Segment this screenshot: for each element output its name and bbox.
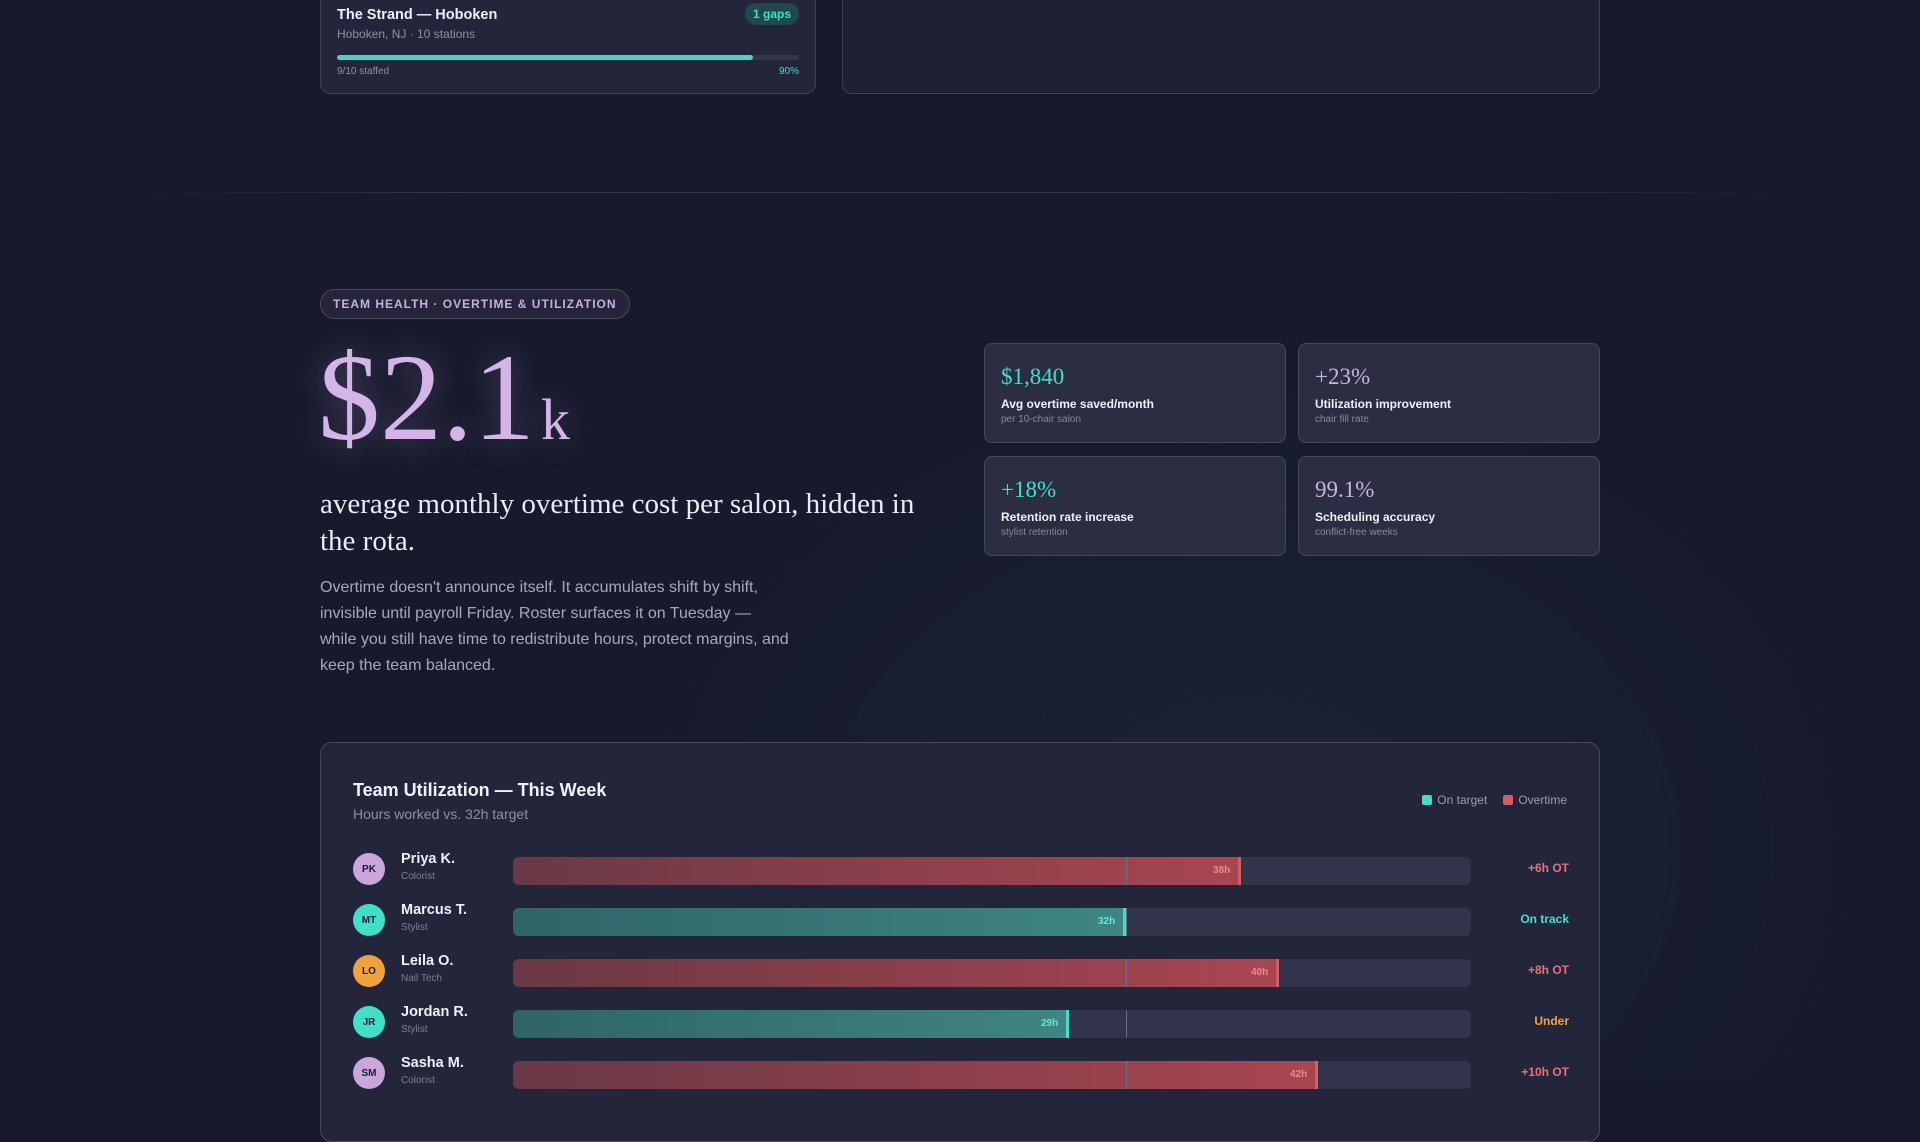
avatar: PK [353,853,385,885]
stat-value: +23% [1315,364,1371,389]
hours-label: 40h [1251,967,1269,978]
empty-card [842,0,1600,94]
member-name: Priya K. [401,851,455,867]
hours-bar [513,1061,1318,1089]
target-line [1126,908,1127,936]
avatar: LO [353,955,385,987]
member-name: Jordan R. [401,1004,468,1020]
stat-card-overtime-saved: $1,840 Avg overtime saved/month per 10-c… [984,343,1286,443]
status-badge: Under [1534,1014,1569,1028]
member-role: Nail Tech [401,973,442,984]
member-role: Stylist [401,922,428,933]
legend-label: On target [1437,793,1488,807]
hours-label: 32h [1098,916,1116,927]
stat-label: Avg overtime saved/month [1001,397,1154,411]
legend-swatch-red [1503,795,1514,805]
big-number-suffix: k [541,387,570,452]
target-line [1126,857,1127,885]
hours-label: 42h [1290,1069,1308,1080]
big-number-value: $2.1 [318,329,535,466]
avatar: JR [353,1006,385,1038]
staffing-progress-bar [337,55,799,60]
stat-value: +18% [1001,477,1057,502]
salon-meta: Hoboken, NJ · 10 stations [337,27,476,41]
stat-sub: chair fill rate [1315,414,1369,425]
stat-label: Retention rate increase [1001,510,1134,524]
member-role: Colorist [401,1075,435,1086]
avatar: MT [353,904,385,936]
stat-sub: per 10-chair salon [1001,414,1082,425]
salon-card[interactable]: The Strand — Hoboken Hoboken, NJ · 10 st… [320,0,816,94]
member-role: Colorist [401,871,435,882]
utilization-legend: On target Overtime [1422,793,1567,807]
salon-name: The Strand — Hoboken [337,7,498,23]
hours-bar-track: 29h [513,1010,1471,1038]
legend-on-target: On target [1422,793,1487,807]
legend-swatch-teal [1422,795,1433,805]
member-name: Sasha M. [401,1055,464,1071]
section-divider [140,192,1780,193]
hours-bar [513,959,1279,987]
hours-bar-track: 38h [513,857,1471,885]
hours-bar [513,857,1241,885]
gaps-badge: 1 gaps [744,3,799,25]
hours-bar-track: 32h [513,908,1471,936]
stat-sub: stylist retention [1001,527,1068,538]
hours-label: 29h [1041,1018,1059,1029]
team-utilization-card: Team Utilization — This Week Hours worke… [320,742,1600,1142]
avatar: SM [353,1057,385,1089]
section-headline: average monthly overtime cost per salon,… [320,488,915,557]
target-line [1126,959,1127,987]
status-badge: +6h OT [1527,861,1569,875]
staffing-progress-fill [337,55,753,60]
stat-label: Utilization improvement [1315,397,1452,411]
stat-card-accuracy: 99.1% Scheduling accuracy conflict-free … [1298,456,1600,556]
stat-value: $1,840 [1001,364,1065,389]
legend-overtime: Overtime [1503,793,1567,807]
target-line [1126,1010,1127,1038]
team-member-row[interactable]: MT Marcus T. Stylist 32h On track [353,900,1569,940]
status-badge: +8h OT [1527,963,1569,977]
team-member-row[interactable]: SM Sasha M. Colorist 42h +10h OT [353,1053,1569,1093]
staffed-percent: 90% [778,66,799,77]
member-name: Leila O. [401,953,454,969]
status-badge: On track [1520,912,1569,926]
staffed-count: 9/10 staffed [337,66,390,77]
member-role: Stylist [401,1024,428,1035]
hours-bar [513,1010,1069,1038]
hours-bar-track: 40h [513,959,1471,987]
team-member-row[interactable]: JR Jordan R. Stylist 29h Under [353,1002,1569,1042]
utilization-title: Team Utilization — This Week [353,780,607,800]
big-number: $2.1 k [318,336,570,460]
section-tag: TEAM HEALTH · OVERTIME & UTILIZATION [320,289,630,319]
team-member-row[interactable]: LO Leila O. Nail Tech 40h +8h OT [353,951,1569,991]
member-name: Marcus T. [401,902,468,918]
stat-label: Scheduling accuracy [1315,510,1436,524]
stat-sub: conflict-free weeks [1315,527,1398,538]
hours-label: 38h [1213,865,1231,876]
utilization-subtitle: Hours worked vs. 32h target [353,806,529,822]
team-member-row[interactable]: PK Priya K. Colorist 38h +6h OT [353,849,1569,889]
hours-bar [513,908,1126,936]
target-line [1126,1061,1127,1089]
legend-label: Overtime [1518,793,1567,807]
hours-bar-track: 42h [513,1061,1471,1089]
section-lede: Overtime doesn't announce itself. It acc… [320,579,789,674]
stat-card-retention: +18% Retention rate increase stylist ret… [984,456,1286,556]
stat-card-utilization: +23% Utilization improvement chair fill … [1298,343,1600,443]
status-badge: +10h OT [1521,1065,1569,1079]
stat-value: 99.1% [1315,477,1375,502]
